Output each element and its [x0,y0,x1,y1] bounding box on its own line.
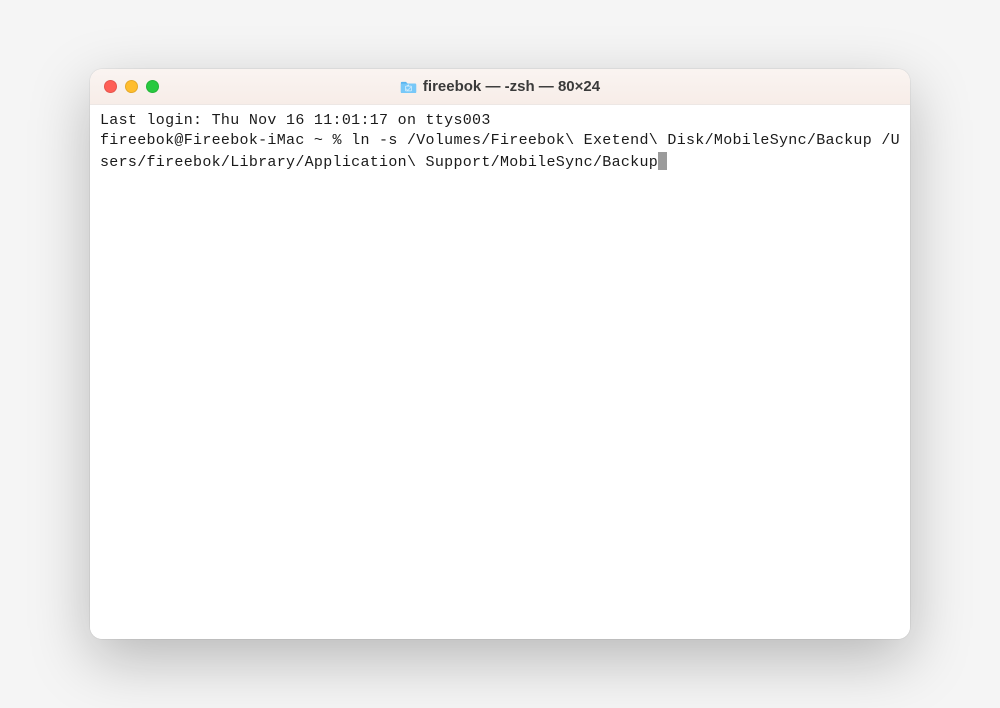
minimize-button[interactable] [125,80,138,93]
window-title: fireebok — -zsh — 80×24 [423,78,600,95]
close-button[interactable] [104,80,117,93]
titlebar[interactable]: fireebok — -zsh — 80×24 [90,69,910,105]
title-center: fireebok — -zsh — 80×24 [90,78,910,95]
folder-icon [400,80,417,94]
terminal-window: fireebok — -zsh — 80×24 Last login: Thu … [90,69,910,639]
shell-prompt: fireebok@Fireebok-iMac ~ % [100,132,351,149]
terminal-body[interactable]: Last login: Thu Nov 16 11:01:17 on ttys0… [90,105,910,639]
cursor [658,152,667,170]
terminal-output: Last login: Thu Nov 16 11:01:17 on ttys0… [100,111,900,173]
zoom-button[interactable] [146,80,159,93]
last-login-line: Last login: Thu Nov 16 11:01:17 on ttys0… [100,112,491,129]
traffic-lights [104,80,159,93]
